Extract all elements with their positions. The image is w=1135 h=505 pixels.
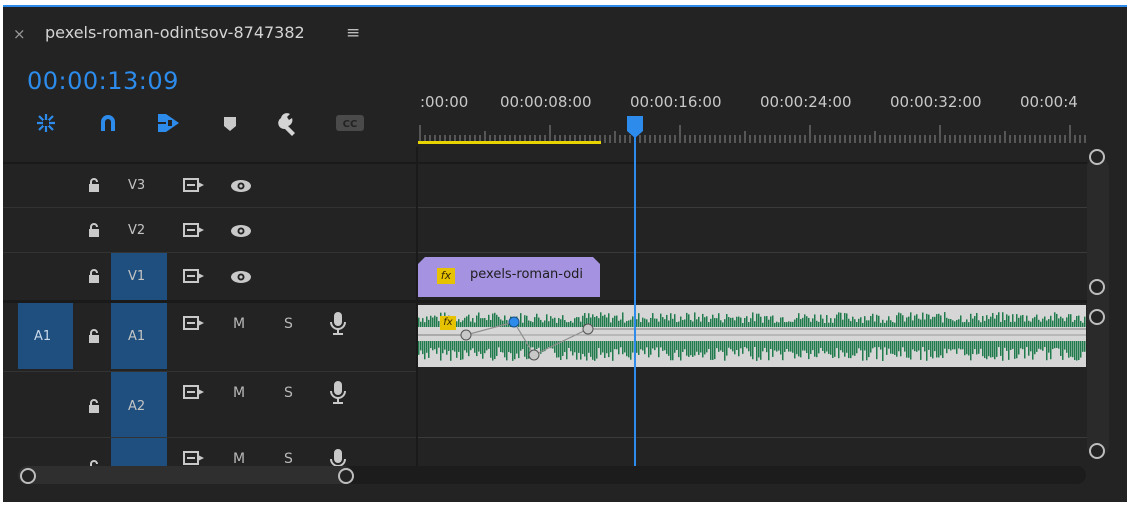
clip-name: pexels-roman-odi [470,267,584,282]
insert-sequence-as-nest-icon[interactable] [31,109,61,137]
volume-keyframe[interactable] [460,329,472,341]
track-label[interactable]: A2 [128,399,145,414]
voice-over-record-icon[interactable] [329,311,347,337]
track-target-a3[interactable] [111,438,167,468]
solo-button[interactable]: S [284,316,293,332]
sync-lock-icon[interactable] [183,269,205,283]
solo-button[interactable]: S [284,385,293,401]
ruler-timecode-label: :00:00 [420,93,469,111]
track-header-v1: V1 [3,253,416,300]
timeline-panel: × pexels-roman-odintsov-8747382 ≡ 00:00:… [3,5,1127,502]
track-header-a3: M S [3,438,416,468]
sequence-tab-title[interactable]: pexels-roman-odintsov-8747382 [45,23,305,42]
playhead-handle[interactable] [626,115,644,139]
horizontal-scroll-thumb[interactable] [18,466,353,484]
timeline-settings-wrench-icon[interactable] [275,109,305,137]
voice-over-record-icon[interactable] [329,448,347,468]
fx-badge[interactable]: fx [440,316,456,330]
time-ruler[interactable] [418,117,1088,147]
sync-lock-icon[interactable] [183,385,205,399]
lock-icon[interactable] [87,269,101,283]
lock-icon[interactable] [87,399,101,413]
ruler-timecode-label: 00:00:32:00 [890,93,982,111]
ruler-timecode-label: 00:00:24:00 [760,93,852,111]
sync-lock-icon[interactable] [183,223,205,237]
track-header-a2: A2 M S [3,372,416,437]
toggle-output-eye-icon[interactable] [229,179,253,193]
solo-button[interactable]: S [284,451,293,467]
audio-clip[interactable]: fx [418,305,1086,367]
video-zoom-knob[interactable] [1089,279,1105,295]
track-label[interactable]: V3 [128,178,145,193]
sync-lock-icon[interactable] [183,451,205,465]
zoom-handle-left[interactable] [20,468,36,484]
toggle-output-eye-icon[interactable] [229,224,253,238]
sync-lock-icon[interactable] [183,316,205,330]
cc-text: CC [343,119,358,130]
mute-button[interactable]: M [233,385,245,401]
scroll-knob-top[interactable] [1089,149,1105,165]
scroll-knob-bottom[interactable] [1089,443,1105,459]
snap-icon[interactable] [93,109,123,137]
track-label[interactable]: V1 [128,269,145,284]
toggle-output-eye-icon[interactable] [229,270,253,284]
volume-keyframe[interactable] [528,349,540,361]
linked-selection-icon[interactable] [153,109,183,137]
mute-button[interactable]: M [233,316,245,332]
ruler-timecode-label: 00:00:16:00 [630,93,722,111]
volume-keyframe[interactable] [582,323,594,335]
track-label[interactable]: A1 [128,329,145,344]
mute-button[interactable]: M [233,451,245,467]
track-header-v2: V2 [3,208,416,252]
work-area-bar[interactable] [418,141,601,144]
track-label[interactable]: V2 [128,223,145,238]
audio-zoom-knob[interactable] [1089,309,1105,325]
lock-icon[interactable] [87,178,101,192]
video-clip[interactable]: fx pexels-roman-odi [418,257,600,297]
track-header-a1: A1 A1 M S [3,303,416,371]
zoom-handle-right[interactable] [338,468,354,484]
app-window: × pexels-roman-odintsov-8747382 ≡ 00:00:… [0,0,1135,505]
playhead-line[interactable] [634,137,636,467]
sync-lock-icon[interactable] [183,178,205,192]
volume-keyframe-selected[interactable] [508,316,520,328]
ruler-timecode-label: 00:00:4 [1020,93,1078,111]
captions-cc-icon[interactable]: CC [335,109,365,137]
lane-separator [418,437,1087,438]
lock-icon[interactable] [87,223,101,237]
lane-separator [418,207,1087,208]
track-header-v3: V3 [3,164,416,207]
ruler-timecode-label: 00:00:08:00 [500,93,592,111]
add-marker-icon[interactable] [215,109,245,137]
playhead-timecode[interactable]: 00:00:13:09 [27,67,179,95]
panel-menu-icon[interactable]: ≡ [346,23,360,43]
source-patch-label: A1 [34,329,52,344]
close-tab-button[interactable]: × [13,25,26,43]
lock-icon[interactable] [87,329,101,343]
voice-over-record-icon[interactable] [329,380,347,406]
vertical-scrollbar[interactable] [1087,157,1109,457]
fx-badge[interactable]: fx [437,268,455,284]
lane-separator [418,252,1087,253]
